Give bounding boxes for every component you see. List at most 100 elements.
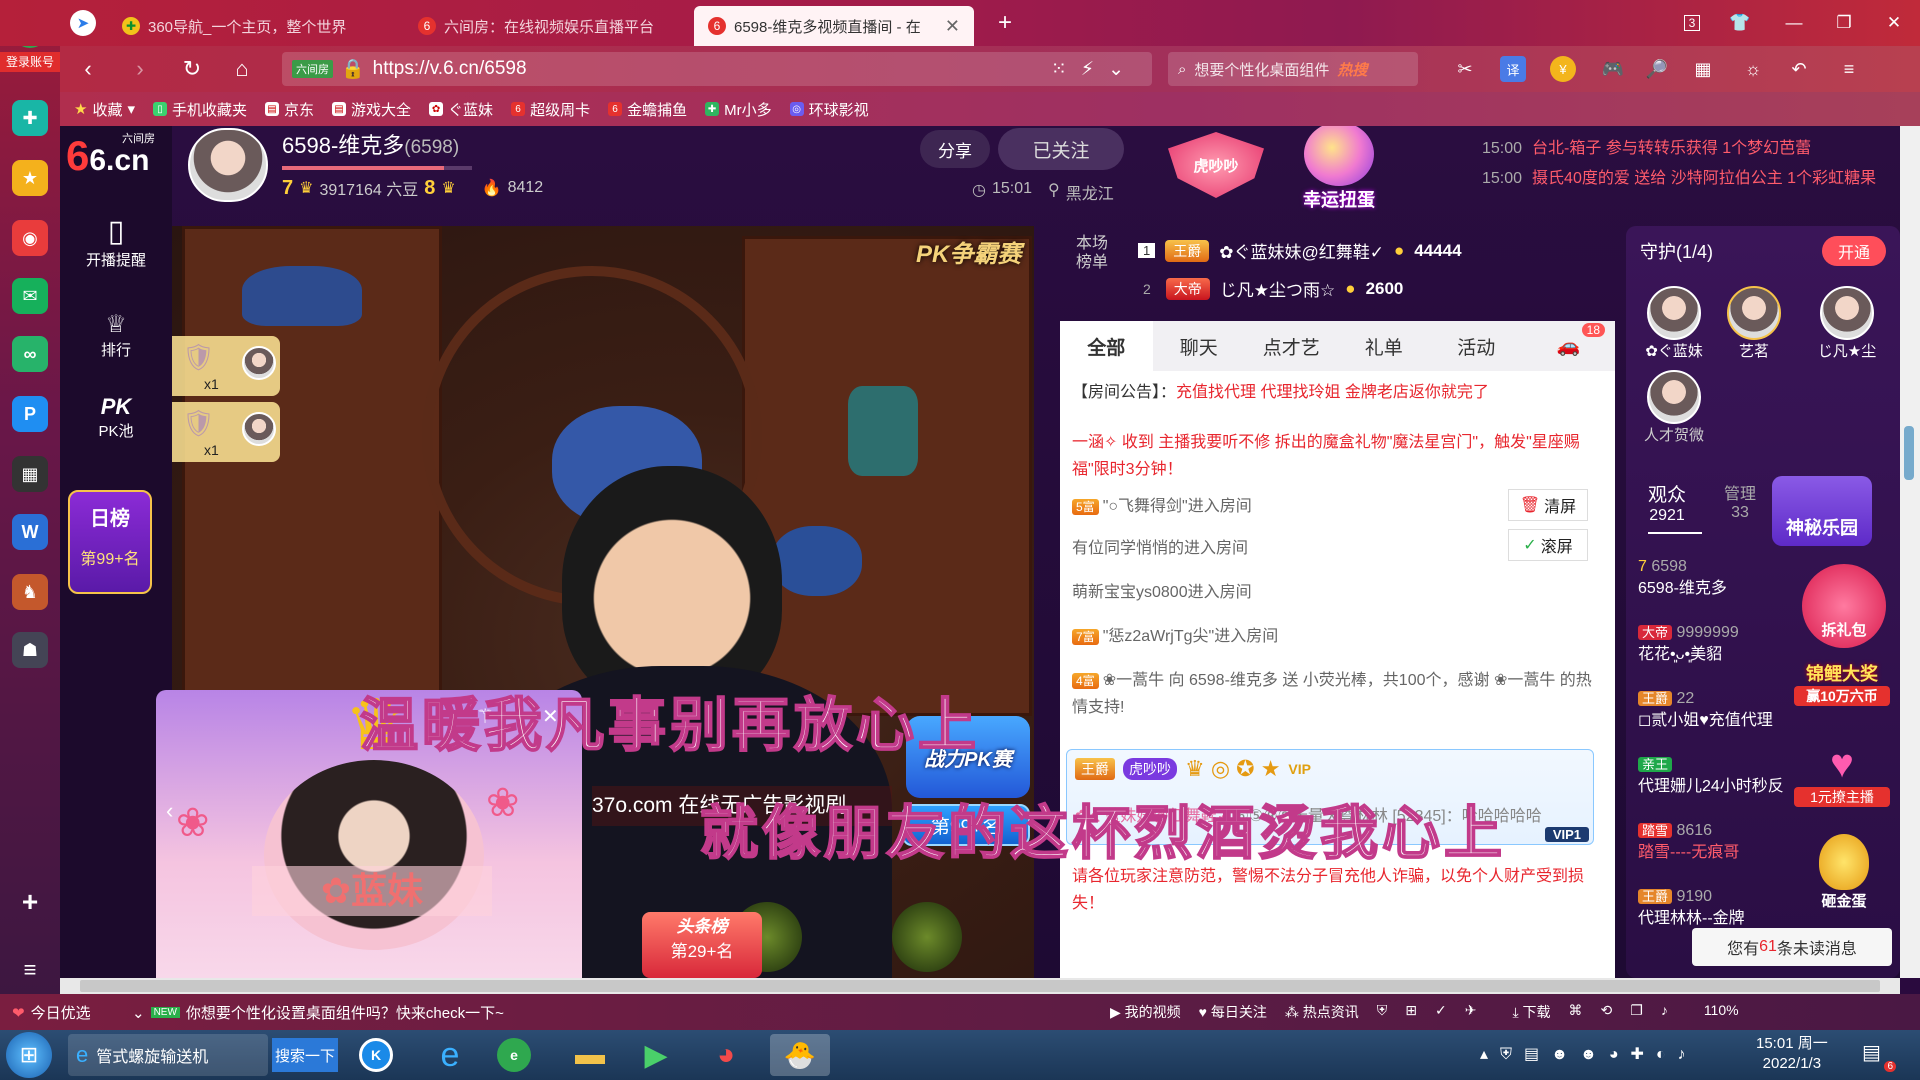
mini-prev-icon[interactable]: ‹: [166, 798, 173, 824]
horizontal-scrollbar[interactable]: [60, 978, 1900, 994]
folder-icon[interactable]: ▬: [560, 1034, 620, 1076]
forward-icon[interactable]: ›: [122, 51, 158, 87]
tab-activity[interactable]: 活动: [1430, 321, 1523, 371]
undo-icon[interactable]: ↶: [1786, 56, 1812, 82]
game2-app-icon[interactable]: ♞: [12, 574, 48, 610]
guard-member-2[interactable]: 艺茗: [1716, 286, 1792, 361]
notification-icon[interactable]: ▤ 6: [1862, 1040, 1896, 1072]
brightness-icon[interactable]: ☼: [1740, 56, 1766, 82]
new-tab-button[interactable]: +: [990, 8, 1020, 38]
navigate-icon[interactable]: ➤: [70, 10, 96, 36]
tab-6cn[interactable]: 6 六间房：在线视频娱乐直播平台: [404, 6, 704, 46]
gift-card-1[interactable]: 🛡 x1: [172, 336, 280, 396]
nav-ranking[interactable]: ♕ 排行: [60, 310, 172, 360]
zoom-level[interactable]: 110%: [1704, 1002, 1739, 1022]
gift-card-2[interactable]: 🛡 x1: [172, 402, 280, 462]
magnifier-icon[interactable]: 🔎: [1644, 56, 1670, 82]
status-hot-news[interactable]: ⁂ 热点资讯: [1285, 1002, 1359, 1022]
mystery-park-button[interactable]: 神秘乐园: [1772, 476, 1872, 546]
open-guard-button[interactable]: 开通: [1822, 236, 1886, 266]
guard-member-3[interactable]: じ凡★尘: [1802, 286, 1892, 361]
unread-messages[interactable]: 您有 61 条未读消息: [1692, 928, 1892, 966]
vertical-scrollbar[interactable]: [1900, 126, 1920, 978]
taskbar-search-button[interactable]: 搜索一下: [272, 1038, 338, 1072]
ie-taskbar-icon[interactable]: e: [420, 1034, 480, 1076]
restore-icon[interactable]: ❐: [1828, 10, 1860, 36]
bookmark-jd[interactable]: ▤ 京东: [265, 99, 314, 120]
admin-tab[interactable]: 管理 33: [1724, 480, 1756, 522]
close-tab-icon[interactable]: ✕: [945, 16, 960, 37]
guard-member-1[interactable]: ✿ぐ蓝妹: [1636, 286, 1712, 361]
status-download[interactable]: ⤓ 下载: [1512, 1002, 1550, 1022]
taskbar-ie-window[interactable]: e 管式螺旋输送机: [68, 1034, 268, 1076]
anchor-avatar[interactable]: [188, 128, 268, 202]
mail-icon[interactable]: ✉: [12, 278, 48, 314]
minimize-icon[interactable]: —: [1778, 10, 1810, 36]
one-yuan-button[interactable]: ♥ 1元撩主播: [1794, 742, 1890, 822]
p-app-icon[interactable]: P: [12, 396, 48, 432]
doc-app-icon[interactable]: W: [12, 514, 48, 550]
game-app-icon[interactable]: ▦: [12, 456, 48, 492]
bookmark-lanmei[interactable]: ✿ ぐ蓝妹: [429, 99, 493, 120]
tab-gift-list[interactable]: 礼单: [1338, 321, 1431, 371]
tray-icons[interactable]: ▴⛨▤☻☻◕✚◐♪: [1480, 1044, 1698, 1064]
coin-icon[interactable]: ¥: [1550, 56, 1576, 82]
nav-pk-pool[interactable]: PK PK池: [60, 394, 172, 441]
follow-button[interactable]: 已关注: [998, 128, 1124, 170]
bookmark-weekly[interactable]: 6 超级周卡: [511, 99, 590, 120]
bookmark-movies[interactable]: ◎ 环球影视: [789, 99, 869, 120]
status-tip[interactable]: ⌄ NEW 你想要个性化设置桌面组件吗？快来check一下~: [132, 1002, 504, 1023]
shirt-icon[interactable]: 👕: [1724, 10, 1756, 36]
home-icon[interactable]: ⌂: [224, 51, 260, 87]
tab-6598-active[interactable]: 6 6598-维克多视频直播间 - 在 ✕: [694, 6, 974, 46]
close-window-icon[interactable]: ✕: [1878, 10, 1910, 36]
scroll-screen-button[interactable]: ✓ 滚屏: [1508, 529, 1588, 561]
scissors-icon[interactable]: ✂: [1452, 56, 1478, 82]
status-my-video[interactable]: ▶ 我的视频: [1110, 1002, 1181, 1022]
6cn-logo[interactable]: 66.cn 六间房: [66, 133, 166, 178]
status-daily-follow[interactable]: ♥ 每日关注: [1199, 1002, 1267, 1022]
star-app-icon[interactable]: ★: [12, 160, 48, 196]
tab-chat[interactable]: 聊天: [1153, 321, 1246, 371]
today-picks[interactable]: ❤ 今日优选: [12, 1002, 91, 1023]
player-icon[interactable]: ▶: [626, 1034, 686, 1076]
clear-screen-button[interactable]: 🗑 清屏: [1508, 489, 1588, 521]
refresh-icon[interactable]: ↻: [174, 51, 210, 87]
link-app-icon[interactable]: ∞: [12, 336, 48, 372]
address-bar[interactable]: 六间房 🔒 https://v.6.cn/6598 ⁙⚡⌄: [282, 52, 1152, 86]
tab-all[interactable]: 全部: [1060, 321, 1153, 371]
nav-live-reminder[interactable]: ▯ 开播提醒: [60, 214, 172, 270]
menu-icon[interactable]: ≡: [1836, 56, 1862, 82]
audience-tab[interactable]: 观众 2921: [1648, 480, 1686, 525]
board-row-1[interactable]: 1 王爵 ✿ぐ蓝妹妹@红舞鞋✓ ● 44444: [1138, 238, 1462, 263]
weibo-icon[interactable]: ◉: [12, 220, 48, 256]
game-controller-icon[interactable]: 🎮: [1600, 56, 1626, 82]
bookmark-mr[interactable]: ✚ Mr小多: [705, 99, 772, 120]
headline-rank[interactable]: 头条榜 第29+名: [642, 912, 762, 978]
browser-color-icon[interactable]: ◕: [696, 1034, 756, 1076]
game3-app-icon[interactable]: ☗: [12, 632, 48, 668]
360-taskbar-icon[interactable]: e: [484, 1034, 544, 1076]
back-icon[interactable]: ‹: [70, 51, 106, 87]
start-button[interactable]: ⊞: [6, 1032, 52, 1078]
hucaocao-badge[interactable]: 虎吵吵: [1168, 132, 1264, 198]
gift-pack-button[interactable]: 拆礼包: [1802, 564, 1886, 648]
grid-icon[interactable]: ▦: [1690, 56, 1716, 82]
golden-egg-button[interactable]: 砸金蛋: [1802, 834, 1886, 914]
daily-rank-card[interactable]: 日榜 第99+名: [68, 490, 152, 594]
lucky-gashapon[interactable]: 幸运扭蛋: [1294, 126, 1384, 214]
bookmark-mobile[interactable]: ▯ 手机收藏夹: [153, 99, 247, 120]
login-button[interactable]: 登录账号: [0, 52, 60, 72]
koi-prize-button[interactable]: 锦鲤大奖 赢10万六币: [1794, 660, 1890, 730]
add-icon[interactable]: +: [12, 884, 48, 920]
bookmark-favorites[interactable]: ★ 收藏 ▾: [74, 99, 135, 120]
search-box[interactable]: ⌕ 想要个性化桌面组件 热搜: [1168, 52, 1418, 86]
translate-icon[interactable]: 译: [1500, 56, 1526, 82]
bookmark-games[interactable]: ▤ 游戏大全: [332, 99, 411, 120]
plus-app-icon[interactable]: ✚: [12, 100, 48, 136]
clock[interactable]: 15:01 周一 2022/1/3: [1756, 1034, 1828, 1074]
guard-member-4[interactable]: 人才贺微: [1636, 370, 1712, 445]
tab-car[interactable]: 🚗 18: [1523, 321, 1616, 371]
board-row-2[interactable]: 2 大帝 じ凡★尘つ雨☆ ● 2600: [1138, 276, 1403, 301]
tab-count-button[interactable]: 3: [1676, 10, 1708, 36]
